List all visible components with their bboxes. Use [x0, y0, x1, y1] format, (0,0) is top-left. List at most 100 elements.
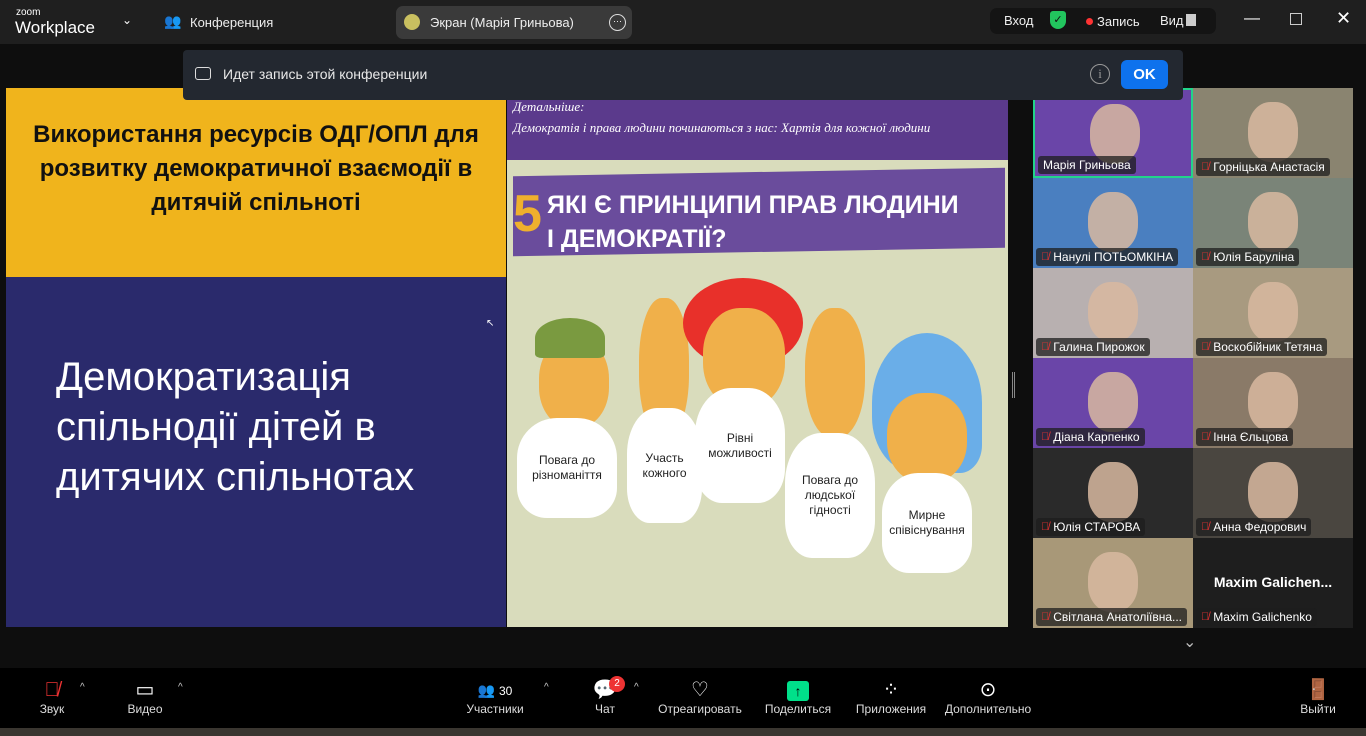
- participant-name: Діана Карпенко: [1053, 430, 1140, 444]
- screen-share-pill[interactable]: Экран (Марія Гриньова) ···: [396, 6, 632, 39]
- mic-muted-icon: 🎙̸: [1041, 611, 1050, 623]
- audio-caret-icon[interactable]: ^: [80, 682, 85, 693]
- participant-video: [1088, 372, 1138, 432]
- participant-name-tag: 🎙̸ Юлія Баруліна: [1196, 248, 1300, 266]
- participant-video: [1088, 282, 1138, 342]
- chevron-down-icon[interactable]: ⌄: [122, 13, 132, 27]
- notice-text: Идет запись этой конференции: [223, 66, 428, 82]
- participant-name-tag: 🎙̸ Юлія СТАРОВА: [1036, 518, 1146, 536]
- react-label: Отреагировать: [658, 702, 742, 716]
- view-layout-icon[interactable]: [1186, 14, 1196, 26]
- more-button[interactable]: ⊙ Дополнительно: [942, 678, 1034, 716]
- share-button[interactable]: ↑ Поделиться: [762, 678, 834, 716]
- video-caret-icon[interactable]: ^: [178, 682, 183, 693]
- participant-tile[interactable]: 🎙̸ Інна Єльцова: [1193, 358, 1353, 448]
- character-head: [805, 308, 865, 438]
- principle-participation: Участь кожного: [627, 408, 702, 523]
- info-icon[interactable]: i: [1090, 64, 1110, 84]
- participant-name-tag: 🎙̸ Воскобійник Тетяна: [1196, 338, 1328, 356]
- audio-button[interactable]: 🎙̸ Звук: [35, 678, 69, 716]
- resource-link[interactable]: Демократія і права людини починаються з …: [513, 117, 983, 138]
- heading: ЯКІ Є ПРИНЦИПИ ПРАВ ЛЮДИНИ І ДЕМОКРАТІЇ?: [547, 188, 959, 256]
- recording-label[interactable]: Запись: [1097, 14, 1140, 29]
- participants-icon: 👥 30: [477, 682, 513, 698]
- participant-name: Світлана Анатоліївна...: [1053, 610, 1182, 624]
- status-pill: Вход ✓ Запись Вид: [990, 8, 1216, 34]
- participant-name-tag: 🎙̸ Галина Пирожок: [1036, 338, 1150, 356]
- participant-tile[interactable]: 🎙̸ Діана Карпенко: [1033, 358, 1193, 448]
- chat-caret-icon[interactable]: ^: [634, 682, 639, 693]
- participant-video: [1248, 372, 1298, 432]
- slide-illustration: Детальніше: Демократія і права людини по…: [507, 88, 1008, 627]
- leave-label: Выйти: [1300, 702, 1336, 716]
- participant-name: Maxim Galichenko: [1213, 610, 1312, 624]
- title-bar: zoom Workplace ⌄ 👥 Конференция Экран (Ма…: [0, 0, 1366, 44]
- view-button[interactable]: Вид: [1160, 13, 1184, 28]
- share-arrow-icon: ↑: [762, 678, 834, 702]
- mic-muted-icon: 🎙̸: [1041, 521, 1050, 533]
- participants-caret-icon[interactable]: ^: [544, 682, 549, 693]
- more-dots-icon: ⊙: [979, 679, 997, 701]
- participant-name-tag: 🎙̸ Діана Карпенко: [1036, 428, 1145, 446]
- react-button[interactable]: ♡ Отреагировать: [656, 678, 744, 716]
- mic-muted-icon: 🎙̸: [1201, 161, 1210, 173]
- participant-tile[interactable]: 🎙̸ Світлана Анатоліївна...: [1033, 538, 1193, 628]
- participant-name-tag: 🎙̸ Нанулі ПОТЬОМКІНА: [1036, 248, 1179, 266]
- participant-tile[interactable]: 🎙̸ Юлія СТАРОВА: [1033, 448, 1193, 538]
- apps-button[interactable]: ⁘ Приложения: [852, 678, 930, 716]
- participant-tile[interactable]: Maxim Galichen... 🎙̸ Maxim Galichenko: [1193, 538, 1353, 628]
- close-icon[interactable]: ✕: [1336, 8, 1351, 29]
- participant-video: [1088, 192, 1138, 252]
- heading-line-1: ЯКІ Є ПРИНЦИПИ ПРАВ ЛЮДИНИ: [547, 191, 959, 219]
- participant-name: Воскобійник Тетяна: [1213, 340, 1323, 354]
- principle-equal-opportunities: Рівні можливості: [695, 388, 785, 503]
- video-label: Видео: [127, 702, 163, 716]
- participant-name: Юлія СТАРОВА: [1053, 520, 1141, 534]
- maximize-icon[interactable]: [1290, 13, 1302, 25]
- participant-tile[interactable]: Марія Гриньова: [1033, 88, 1193, 178]
- audio-label: Звук: [39, 702, 65, 716]
- resize-handle[interactable]: [1012, 372, 1015, 398]
- more-options-icon[interactable]: ···: [609, 14, 626, 31]
- principle-peaceful-coexistence: Мирне співіснування: [882, 473, 972, 573]
- os-taskbar: [0, 728, 1366, 736]
- recording-notice: Идет запись этой конференции i OK: [183, 50, 1183, 100]
- video-button[interactable]: ▭ Видео: [125, 678, 165, 716]
- participant-name-tag: 🎙̸ Інна Єльцова: [1196, 428, 1294, 446]
- shield-check-icon[interactable]: ✓: [1050, 11, 1066, 29]
- participant-video: [1088, 552, 1138, 612]
- video-camera-icon: ▭: [135, 679, 155, 701]
- heading-number: 5: [513, 185, 542, 243]
- participant-tile[interactable]: 🎙̸ Галина Пирожок: [1033, 268, 1193, 358]
- participant-tile[interactable]: 🎙̸ Юлія Баруліна: [1193, 178, 1353, 268]
- participant-name: Нанулі ПОТЬОМКІНА: [1053, 250, 1174, 264]
- ok-button[interactable]: OK: [1121, 60, 1168, 89]
- participant-name: Марія Гриньова: [1043, 158, 1131, 172]
- apps-icon: ⁘: [882, 679, 900, 701]
- mic-muted-icon: 🎙̸: [1041, 251, 1050, 263]
- meeting-label[interactable]: Конференция: [190, 15, 273, 30]
- login-button[interactable]: Вход: [1004, 13, 1033, 28]
- minimize-icon[interactable]: —: [1244, 10, 1260, 28]
- participant-name-tag: 🎙̸ Maxim Galichenko: [1196, 608, 1317, 626]
- meeting-icon: 👥: [164, 13, 182, 29]
- participant-tile[interactable]: 🎙̸ Воскобійник Тетяна: [1193, 268, 1353, 358]
- presenter-avatar: [404, 14, 420, 30]
- participant-name-tag: Марія Гриньова: [1038, 156, 1136, 174]
- share-label: Поделиться: [764, 702, 832, 716]
- chevron-down-icon[interactable]: ⌄: [1183, 632, 1196, 652]
- participants-label: Участники: [466, 702, 524, 716]
- participant-video: [1088, 462, 1138, 522]
- chat-label: Чат: [595, 702, 615, 716]
- meeting-toolbar: 🎙̸ Звук ^ ▭ Видео ^ 👥 30 Участники ^ 💬 Чат 2…: [0, 668, 1366, 728]
- participant-tile[interactable]: 🎙̸ Анна Федорович: [1193, 448, 1353, 538]
- participant-tile[interactable]: 🎙̸ Нанулі ПОТЬОМКІНА: [1033, 178, 1193, 268]
- participants-button[interactable]: 👥 30 Участники: [462, 678, 528, 716]
- participant-tile[interactable]: 🎙̸ Горніцька Анастасія: [1193, 88, 1353, 178]
- chat-badge: 2: [609, 676, 625, 692]
- zoom-logo: Workplace: [15, 18, 95, 37]
- mic-muted-icon: 🎙̸: [1201, 611, 1210, 623]
- character-hair: [535, 318, 605, 358]
- participants-count: 30: [498, 684, 513, 698]
- leave-button[interactable]: 🚪 Выйти: [1298, 678, 1338, 716]
